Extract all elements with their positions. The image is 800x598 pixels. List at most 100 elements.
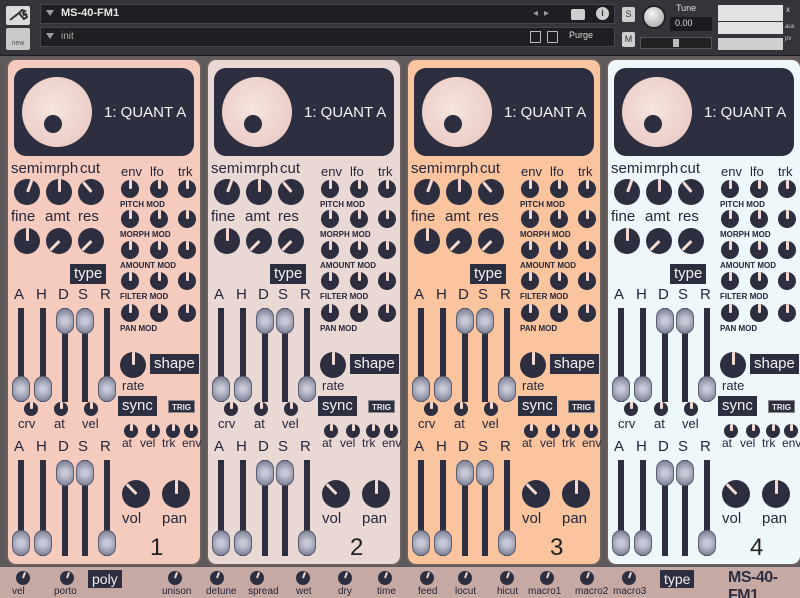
res-knob[interactable]: [478, 228, 504, 254]
waveform-display[interactable]: 1: QUANT A: [214, 68, 394, 156]
pan-handle[interactable]: [673, 39, 679, 47]
env1-vel-knob[interactable]: [84, 402, 98, 416]
fine-knob[interactable]: [614, 228, 640, 254]
mod-4-trk-knob[interactable]: [778, 304, 796, 322]
env1-slider-s[interactable]: [76, 308, 94, 334]
mod-2-lfo-knob[interactable]: [350, 241, 368, 259]
chevron-down-icon[interactable]: [46, 10, 54, 16]
lfo-shape-button[interactable]: shape: [550, 354, 599, 374]
pan-knob[interactable]: [562, 480, 590, 508]
mod-0-lfo-knob[interactable]: [750, 180, 768, 198]
lfo-trig-button[interactable]: TRIG: [368, 400, 396, 413]
vol-knob[interactable]: [122, 480, 150, 508]
env1-vel-knob[interactable]: [684, 402, 698, 416]
wave-name[interactable]: 1: QUANT A: [704, 104, 786, 121]
mod-0-env-knob[interactable]: [721, 180, 739, 198]
tune-knob[interactable]: [642, 5, 666, 29]
semi-knob[interactable]: [214, 179, 240, 205]
semi-knob[interactable]: [414, 179, 440, 205]
mod-2-trk-knob[interactable]: [578, 241, 596, 259]
env1-slider-r[interactable]: [298, 376, 316, 402]
env2-slider-r[interactable]: [98, 530, 116, 556]
mod-4-env-knob[interactable]: [321, 304, 339, 322]
hicut-knob[interactable]: [500, 571, 514, 585]
mod-2-trk-knob[interactable]: [778, 241, 796, 259]
lfo-rate-knob[interactable]: [120, 352, 146, 378]
env2-slider-h[interactable]: [234, 530, 252, 556]
vel-knob[interactable]: [16, 571, 30, 585]
camera-icon[interactable]: [571, 9, 585, 20]
mrph-knob[interactable]: [246, 179, 272, 205]
new-button[interactable]: new: [6, 28, 30, 50]
mod-2-env-knob[interactable]: [121, 241, 139, 259]
env2-slider-s[interactable]: [476, 460, 494, 486]
mod-3-trk-knob[interactable]: [178, 272, 196, 290]
mod-3-lfo-knob[interactable]: [550, 272, 568, 290]
pan-knob[interactable]: [162, 480, 190, 508]
mod-0-lfo-knob[interactable]: [350, 180, 368, 198]
mod-4-lfo-knob[interactable]: [550, 304, 568, 322]
env1-slider-r[interactable]: [698, 376, 716, 402]
env2-slider-s[interactable]: [676, 460, 694, 486]
lfo-sync-button[interactable]: sync: [118, 396, 157, 416]
mod-3-env-knob[interactable]: [121, 272, 139, 290]
lfo-shape-button[interactable]: shape: [350, 354, 399, 374]
filter-type-button[interactable]: type: [670, 264, 707, 284]
lfo-trig-button[interactable]: TRIG: [568, 400, 596, 413]
env1-at-knob[interactable]: [454, 402, 468, 416]
mod-3-env-knob[interactable]: [521, 272, 539, 290]
env2-slider-d[interactable]: [456, 460, 474, 486]
unison-knob[interactable]: [168, 571, 182, 585]
env2-slider-r[interactable]: [298, 530, 316, 556]
poly-button[interactable]: poly: [88, 570, 122, 588]
mod-0-trk-knob[interactable]: [578, 180, 596, 198]
lfo-shape-button[interactable]: shape: [150, 354, 199, 374]
res-knob[interactable]: [278, 228, 304, 254]
macro1-knob[interactable]: [540, 571, 554, 585]
waveform-display[interactable]: 1: QUANT A: [414, 68, 594, 156]
env1-slider-a[interactable]: [212, 376, 230, 402]
mod-1-lfo-knob[interactable]: [150, 210, 168, 228]
mod-1-env-knob[interactable]: [121, 210, 139, 228]
mod-0-trk-knob[interactable]: [378, 180, 396, 198]
mod-4-trk-knob[interactable]: [378, 304, 396, 322]
mod-2-env-knob[interactable]: [521, 241, 539, 259]
cut-knob[interactable]: [278, 179, 304, 205]
mod-4-env-knob[interactable]: [521, 304, 539, 322]
mod-4-lfo-knob[interactable]: [350, 304, 368, 322]
env1-crv-knob[interactable]: [424, 402, 438, 416]
mod-3-lfo-knob[interactable]: [150, 272, 168, 290]
cut-knob[interactable]: [78, 179, 104, 205]
env1-crv-knob[interactable]: [24, 402, 38, 416]
env1-slider-d[interactable]: [256, 308, 274, 334]
env1-slider-s[interactable]: [476, 308, 494, 334]
env1-vel-knob[interactable]: [284, 402, 298, 416]
mrph-knob[interactable]: [646, 179, 672, 205]
vol-knob[interactable]: [322, 480, 350, 508]
save-icon[interactable]: [530, 31, 541, 43]
mod-2-lfo-knob[interactable]: [550, 241, 568, 259]
mod-2-env-knob[interactable]: [721, 241, 739, 259]
macro3-knob[interactable]: [622, 571, 636, 585]
mod-1-trk-knob[interactable]: [178, 210, 196, 228]
chevron-down-icon[interactable]: [46, 33, 54, 39]
env1-at-knob[interactable]: [254, 402, 268, 416]
mod-4-env-knob[interactable]: [121, 304, 139, 322]
env1-slider-a[interactable]: [12, 376, 30, 402]
env2-slider-a[interactable]: [412, 530, 430, 556]
snapshot-name[interactable]: init: [61, 31, 74, 42]
lfo-shape-button[interactable]: shape: [750, 354, 799, 374]
env1-slider-h[interactable]: [34, 376, 52, 402]
env1-slider-h[interactable]: [634, 376, 652, 402]
env1-slider-r[interactable]: [498, 376, 516, 402]
mute-button[interactable]: M: [622, 32, 635, 47]
amt-knob[interactable]: [246, 228, 272, 254]
res-knob[interactable]: [78, 228, 104, 254]
mod-1-trk-knob[interactable]: [578, 210, 596, 228]
wet-knob[interactable]: [296, 571, 310, 585]
amt-knob[interactable]: [446, 228, 472, 254]
env1-slider-s[interactable]: [676, 308, 694, 334]
mod-4-trk-knob[interactable]: [578, 304, 596, 322]
lfo-sync-button[interactable]: sync: [318, 396, 357, 416]
close-icon[interactable]: x: [786, 5, 790, 14]
